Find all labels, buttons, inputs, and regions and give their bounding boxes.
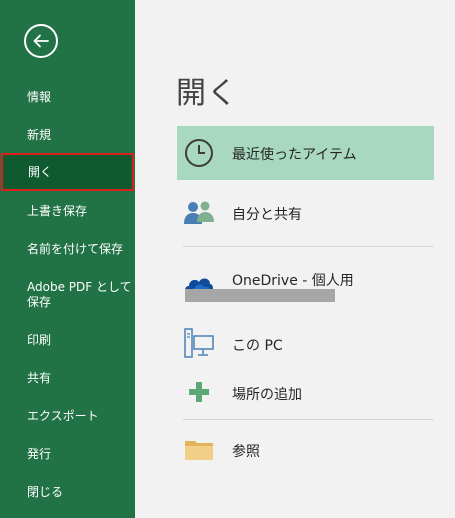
sidebar-item-adobe-pdf-line1[interactable]: Adobe PDF として <box>0 280 135 295</box>
location-onedrive[interactable]: OneDrive - 個人用 <box>177 258 434 310</box>
sidebar-item-save[interactable]: 上書き保存 <box>0 204 135 219</box>
clock-icon <box>185 139 213 167</box>
folder-icon <box>185 441 213 460</box>
plus-icon <box>189 382 209 402</box>
account-email-redacted <box>185 289 335 302</box>
location-this-pc[interactable]: この PC <box>177 317 434 369</box>
location-label: OneDrive - 個人用 <box>232 273 354 289</box>
location-label: 最近使ったアイテム <box>232 147 357 163</box>
location-shared-with-me[interactable]: 自分と共有 <box>177 186 434 238</box>
people-icon <box>184 201 214 224</box>
back-arrow-icon <box>33 34 49 48</box>
sidebar-item-adobe-pdf-line2[interactable]: 保存 <box>0 295 135 310</box>
sidebar-item-export[interactable]: エクスポート <box>0 409 135 424</box>
divider <box>183 419 434 420</box>
sidebar-item-close[interactable]: 閉じる <box>0 485 135 500</box>
location-label: 参照 <box>232 444 260 460</box>
back-button[interactable] <box>24 24 58 58</box>
sidebar-item-new[interactable]: 新規 <box>0 128 135 143</box>
location-label: 自分と共有 <box>232 207 302 223</box>
computer-icon <box>184 328 214 358</box>
location-label: 場所の追加 <box>232 387 302 403</box>
sidebar-item-save-as[interactable]: 名前を付けて保存 <box>0 242 135 257</box>
sidebar-item-share[interactable]: 共有 <box>0 371 135 386</box>
open-pane: 開く 最近使ったアイテム 自分と共有 OneDrive - 個人用 この PC … <box>135 0 455 518</box>
backstage-sidebar: 情報 新規 開く 上書き保存 名前を付けて保存 Adobe PDF として 保存… <box>0 0 135 518</box>
divider <box>183 246 434 247</box>
location-browse[interactable]: 参照 <box>177 423 434 475</box>
sidebar-item-open[interactable]: 開く <box>1 153 134 191</box>
location-recent[interactable]: 最近使ったアイテム <box>177 126 434 180</box>
sidebar-item-info[interactable]: 情報 <box>0 90 135 105</box>
location-label: この PC <box>232 338 283 354</box>
sidebar-item-print[interactable]: 印刷 <box>0 333 135 348</box>
location-add-place[interactable]: 場所の追加 <box>177 366 434 418</box>
page-title: 開く <box>176 76 238 111</box>
sidebar-item-publish[interactable]: 発行 <box>0 447 135 462</box>
